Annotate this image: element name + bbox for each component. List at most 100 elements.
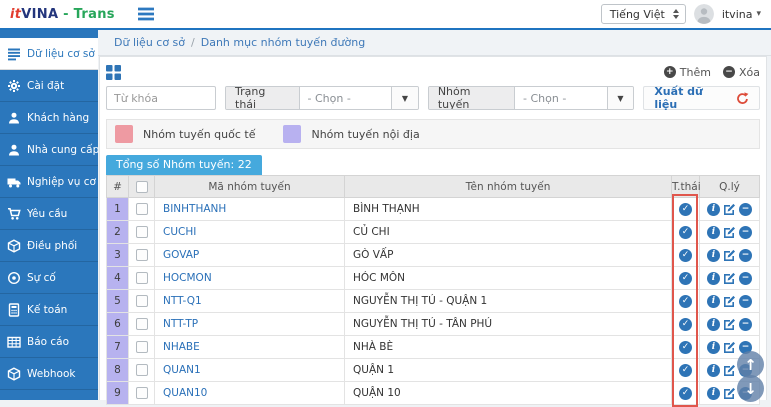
sidebar-item-ke-toan[interactable]: Kế toán	[0, 294, 98, 326]
edit-icon[interactable]	[723, 295, 736, 308]
caret-down-icon: ▾	[756, 9, 761, 19]
sidebar-item-yeu-cau[interactable]: Yêu cầu	[0, 198, 98, 230]
edit-icon[interactable]	[723, 272, 736, 285]
route-group-code-link[interactable]: QUAN10	[163, 387, 207, 399]
group-dropdown-button[interactable]: ▼	[607, 87, 634, 109]
route-group-code-link[interactable]: QUAN1	[163, 364, 201, 376]
add-button[interactable]: + Thêm	[664, 66, 711, 79]
route-group-code-link[interactable]: BINHTHANH	[163, 203, 226, 215]
language-selector[interactable]: Tiếng Việt	[601, 4, 686, 24]
sidebar-item-label: Nhà cung cấp	[27, 144, 98, 156]
info-icon[interactable]: i	[707, 226, 720, 239]
status-check-icon[interactable]: ✓	[679, 318, 692, 331]
sidebar-item-nha-cung-cap[interactable]: Nhà cung cấp	[0, 134, 98, 166]
info-icon[interactable]: i	[707, 272, 720, 285]
remove-icon[interactable]: −	[739, 203, 752, 216]
scroll-up-button[interactable]: ↑	[737, 351, 764, 378]
legend: Nhóm tuyến quốc tế Nhóm tuyến nội địa	[106, 119, 760, 149]
header-index: #	[107, 176, 129, 198]
status-check-icon[interactable]: ✓	[679, 295, 692, 308]
refresh-icon[interactable]	[736, 92, 749, 105]
scroll-down-button[interactable]: ↓	[737, 375, 764, 402]
status-check-icon[interactable]: ✓	[679, 272, 692, 285]
filter-toolbar: Trạng thái - Chọn - ▼ Nhóm tuyến - Chọn …	[106, 85, 760, 111]
remove-icon[interactable]: −	[739, 272, 752, 285]
edit-icon[interactable]	[723, 364, 736, 377]
sidebar-item-du-lieu-co-so[interactable]: Dữ liệu cơ sở	[0, 38, 98, 70]
table-row: 8 QUAN1 QUẬN 1 ✓ i−	[107, 359, 760, 382]
edit-icon[interactable]	[723, 226, 736, 239]
hamburger-menu-icon[interactable]	[137, 7, 155, 21]
summary-tab[interactable]: Tổng số Nhóm tuyến: 22	[106, 155, 262, 175]
route-group-code-link[interactable]: NHABE	[163, 341, 200, 353]
row-checkbox[interactable]	[136, 387, 148, 399]
edit-icon[interactable]	[723, 249, 736, 262]
row-checkbox[interactable]	[136, 295, 148, 307]
row-checkbox[interactable]	[136, 203, 148, 215]
status-check-icon[interactable]: ✓	[679, 341, 692, 354]
sidebar-item-webhook[interactable]: Webhook	[0, 358, 98, 390]
info-icon[interactable]: i	[707, 318, 720, 331]
status-check-icon[interactable]: ✓	[679, 203, 692, 216]
info-icon[interactable]: i	[707, 203, 720, 216]
user-menu[interactable]: itvina ▾	[722, 8, 761, 21]
status-check-icon[interactable]: ✓	[679, 249, 692, 262]
table-row: 1 BINHTHANH BÌNH THẠNH ✓ i −	[107, 198, 760, 221]
cube-icon	[7, 239, 21, 253]
info-icon[interactable]: i	[707, 341, 720, 354]
info-icon[interactable]: i	[707, 387, 720, 400]
status-check-icon[interactable]: ✓	[679, 364, 692, 377]
row-checkbox[interactable]	[136, 226, 148, 238]
status-check-icon[interactable]: ✓	[679, 226, 692, 239]
remove-icon[interactable]: −	[739, 249, 752, 262]
select-all-checkbox[interactable]	[136, 181, 148, 193]
row-checkbox[interactable]	[136, 318, 148, 330]
row-checkbox[interactable]	[136, 364, 148, 376]
edit-icon[interactable]	[723, 203, 736, 216]
route-group-name: QUẬN 10	[345, 382, 672, 405]
route-group-name: BÌNH THẠNH	[345, 198, 672, 221]
sidebar-item-bao-cao[interactable]: Báo cáo	[0, 326, 98, 358]
route-group-name: NGUYỄN THỊ TÚ - QUẬN 1	[345, 290, 672, 313]
route-group-code-link[interactable]: GOVAP	[163, 249, 199, 261]
delete-button[interactable]: − Xóa	[723, 66, 760, 79]
remove-icon[interactable]: −	[739, 295, 752, 308]
sidebar-item-label: Webhook	[27, 368, 75, 380]
route-group-code-link[interactable]: NTT-TP	[163, 318, 198, 330]
edit-icon[interactable]	[723, 341, 736, 354]
sidebar-item-su-co[interactable]: Sự cố	[0, 262, 98, 294]
route-group-code-link[interactable]: NTT-Q1	[163, 295, 202, 307]
info-icon[interactable]: i	[707, 295, 720, 308]
row-index: 1	[107, 198, 129, 221]
sidebar-item-dieu-phoi[interactable]: Điều phối	[0, 230, 98, 262]
sidebar-item-cai-dat[interactable]: Cài đặt	[0, 70, 98, 102]
edit-icon[interactable]	[723, 387, 736, 400]
info-icon[interactable]: i	[707, 249, 720, 262]
row-checkbox[interactable]	[136, 272, 148, 284]
sidebar-item-label: Sự cố	[27, 272, 56, 284]
breadcrumb-current: Danh mục nhóm tuyến đường	[201, 36, 365, 49]
group-select[interactable]: - Chọn -	[515, 87, 606, 109]
grid-view-icon[interactable]	[106, 65, 121, 80]
info-icon[interactable]: i	[707, 364, 720, 377]
row-checkbox[interactable]	[136, 341, 148, 353]
keyword-input[interactable]	[106, 86, 216, 110]
sidebar-item-khach-hang[interactable]: Khách hàng	[0, 102, 98, 134]
sidebar-item-nghiep-vu-co-so[interactable]: Nghiệp vụ cơ sở	[0, 166, 98, 198]
remove-icon[interactable]: −	[739, 318, 752, 331]
route-group-code-link[interactable]: CUCHI	[163, 226, 196, 238]
edit-icon[interactable]	[723, 318, 736, 331]
row-index: 6	[107, 313, 129, 336]
route-group-code-link[interactable]: HOCMON	[163, 272, 212, 284]
table-icon	[7, 335, 21, 349]
row-index: 4	[107, 267, 129, 290]
export-data-button[interactable]: Xuất dữ liệu	[643, 86, 760, 110]
status-dropdown-button[interactable]: ▼	[391, 87, 418, 109]
status-check-icon[interactable]: ✓	[679, 387, 692, 400]
breadcrumb-parent[interactable]: Dữ liệu cơ sở	[114, 36, 185, 49]
status-select[interactable]: - Chọn -	[300, 87, 391, 109]
row-checkbox[interactable]	[136, 249, 148, 261]
legend-international-label: Nhóm tuyến quốc tế	[143, 128, 255, 141]
username: itvina	[722, 8, 753, 21]
remove-icon[interactable]: −	[739, 226, 752, 239]
